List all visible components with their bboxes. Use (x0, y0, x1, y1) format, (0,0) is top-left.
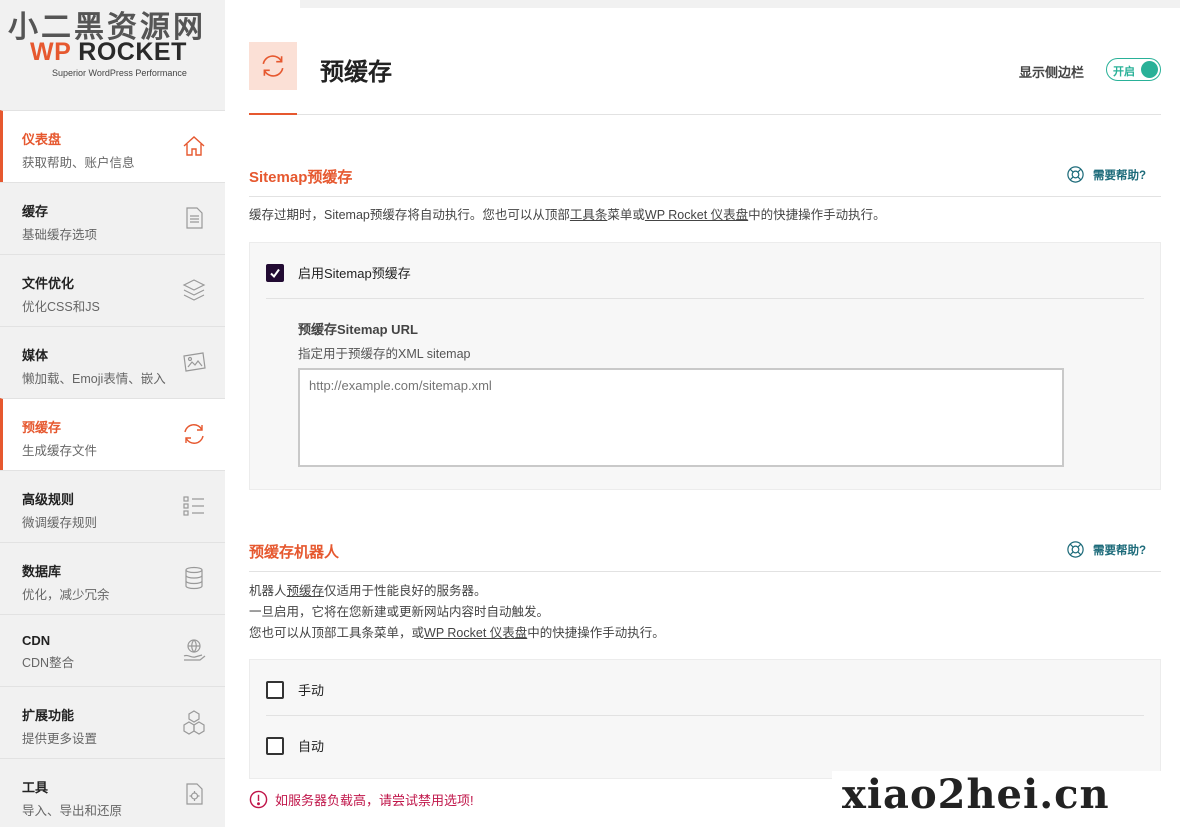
page: 小二黑资源网 WP ROCKET Superior WordPress Perf… (0, 0, 1180, 827)
sidebar-item-addons[interactable]: 扩展功能 提供更多设置 (0, 686, 225, 758)
preload-bot-description: 机器人预缓存仅适用于性能良好的服务器。 一旦启用，它将在您新建或更新网站内容时自… (249, 584, 665, 640)
brand-area: 小二黑资源网 WP ROCKET Superior WordPress Perf… (0, 0, 225, 110)
sitemap-description: 缓存过期时，Sitemap预缓存将自动执行。您也可以从顶部工具条菜单或WP Ro… (249, 208, 886, 222)
enable-sitemap-checkbox[interactable] (266, 263, 284, 282)
sitemap-url-textarea[interactable] (298, 368, 1064, 467)
warning-text: 如服务器负载高，请尝试禁用选项! (275, 793, 474, 808)
globe-hand-icon (183, 639, 206, 661)
sidebar: 小二黑资源网 WP ROCKET Superior WordPress Perf… (0, 0, 225, 827)
logo-main-text: ROCKET (78, 38, 187, 66)
top-strip (300, 0, 1180, 8)
sidebar-item-dashboard[interactable]: 仪表盘 获取帮助、账户信息 (0, 110, 225, 182)
show-sidebar-toggle[interactable]: 开启 (1106, 58, 1161, 81)
automatic-label: 自动 (298, 739, 325, 754)
sidebar-item-file-optimization[interactable]: 文件优化 优化CSS和JS (0, 254, 225, 326)
logo-prefix: WP (30, 38, 71, 66)
manual-label: 手动 (298, 683, 325, 698)
panel-divider (266, 715, 1144, 716)
preload-bot-section-title: 预缓存机器人 (249, 544, 340, 561)
sidebar-item-tools[interactable]: 工具 导入、导出和还原 (0, 758, 225, 827)
help-label: 需要帮助? (1093, 169, 1147, 182)
preload-bot-panel: 手动 自动 (249, 659, 1161, 779)
refresh-icon (262, 55, 284, 77)
watermark-en: xiao2hei.cn (832, 771, 1180, 827)
sidebar-item-database[interactable]: 数据库 优化，减少冗余 (0, 542, 225, 614)
page-header-icon-box (249, 42, 297, 90)
lifebuoy-icon (1067, 166, 1084, 183)
dashboard-link[interactable]: WP Rocket 仪表盘 (645, 208, 748, 222)
page-title: 预缓存 (320, 59, 392, 86)
checkmark-icon (270, 268, 280, 278)
sitemap-url-label: 预缓存Sitemap URL (298, 322, 418, 337)
sitemap-section-title: Sitemap预缓存 (249, 169, 353, 186)
logo-tagline: Superior WordPress Performance (52, 68, 187, 78)
dashboard-link[interactable]: WP Rocket 仪表盘 (424, 626, 527, 640)
preload-bot-help-link[interactable]: 需要帮助? (1066, 540, 1146, 559)
section-divider (249, 571, 1161, 572)
checklist-icon (183, 496, 204, 516)
toggle-knob (1141, 60, 1158, 78)
help-label: 需要帮助? (1093, 544, 1147, 557)
sidebar-nav: 仪表盘 获取帮助、账户信息 缓存 基础缓存选项 文件优化 优化CSS和JS 媒体… (0, 110, 225, 827)
automatic-checkbox[interactable] (266, 736, 284, 755)
header-divider (297, 114, 1161, 115)
header-active-underline (249, 113, 297, 115)
panel-divider (266, 298, 1144, 299)
lifebuoy-icon (1067, 541, 1084, 558)
enable-sitemap-preload-option[interactable]: 启用Sitemap预缓存 (266, 263, 411, 282)
sitemap-url-hint: 指定用于预缓存的XML sitemap (298, 347, 471, 361)
sitemap-help-link[interactable]: 需要帮助? (1066, 165, 1146, 184)
sidebar-item-cdn[interactable]: CDN CDN整合 (0, 614, 225, 686)
toggle-state-label: 开启 (1113, 66, 1135, 78)
section-divider (249, 196, 1161, 197)
automatic-option[interactable]: 自动 (266, 736, 324, 755)
manual-checkbox[interactable] (266, 680, 284, 699)
sitemap-panel: 启用Sitemap预缓存 预缓存Sitemap URL 指定用于预缓存的XML … (249, 242, 1161, 490)
sidebar-item-cache[interactable]: 缓存 基础缓存选项 (0, 182, 225, 254)
file-gear-icon (186, 783, 203, 805)
manual-option[interactable]: 手动 (266, 680, 324, 699)
toolbar-link[interactable]: 工具条 (570, 208, 608, 222)
sidebar-item-advanced-rules[interactable]: 高级规则 微调缓存规则 (0, 470, 225, 542)
image-icon (183, 352, 206, 372)
document-icon (186, 207, 203, 229)
sidebar-item-preload[interactable]: 预缓存 生成缓存文件 (0, 398, 225, 470)
wp-rocket-logo[interactable]: WP ROCKET Superior WordPress Performance (30, 38, 200, 78)
preload-link[interactable]: 预缓存 (287, 584, 325, 598)
server-load-warning: 如服务器负载高，请尝试禁用选项! (249, 790, 474, 809)
home-icon (183, 136, 205, 156)
show-sidebar-label: 显示侧边栏 (1019, 65, 1085, 80)
database-icon (185, 566, 203, 590)
warning-icon (249, 790, 268, 809)
sidebar-item-media[interactable]: 媒体 懒加载、Emoji表情、嵌入 (0, 326, 225, 398)
enable-sitemap-label: 启用Sitemap预缓存 (298, 266, 411, 281)
cubes-icon (183, 710, 205, 735)
layers-icon (182, 279, 206, 301)
refresh-icon (184, 424, 204, 444)
